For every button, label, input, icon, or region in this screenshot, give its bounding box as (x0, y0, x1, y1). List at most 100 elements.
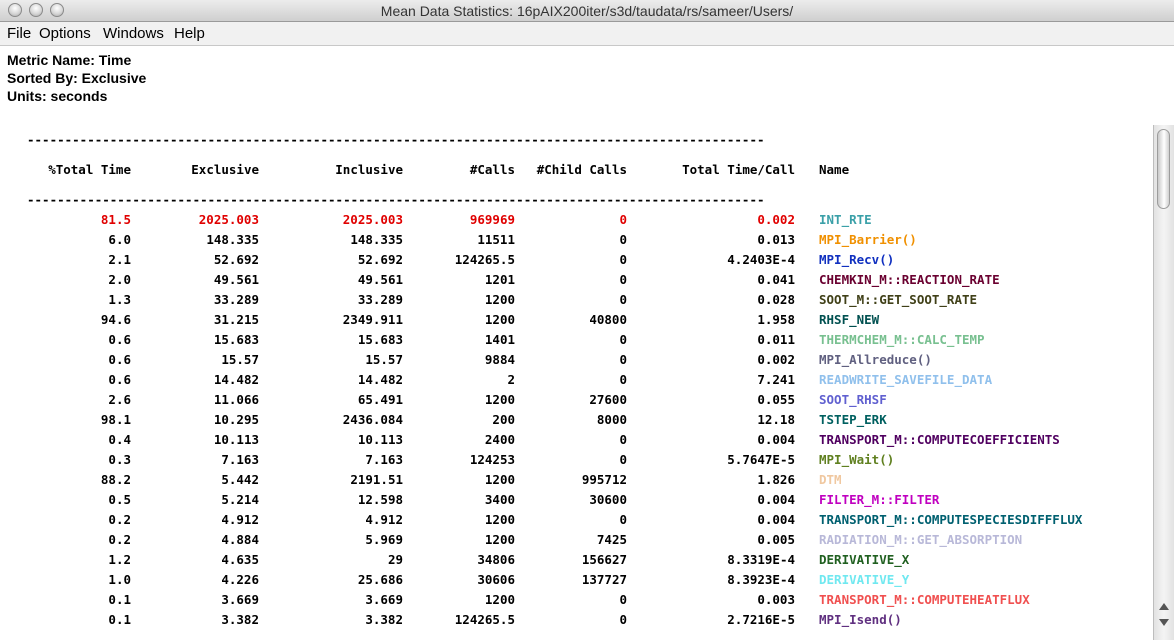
function-name[interactable]: MPI_Isend() (819, 612, 902, 628)
column-header-total-time[interactable]: %Total Time (48, 162, 131, 178)
function-name[interactable]: TRANSPORT_M::COMPUTESPECIESDIFFFLUX (819, 512, 1082, 528)
menu-help[interactable]: Help (174, 25, 205, 42)
function-name[interactable]: SOOT_RHSF (819, 392, 887, 408)
cell-time-per-call: 0.002 (757, 212, 795, 227)
cell-child-calls: 0 (619, 512, 627, 527)
scrollbar-thumb[interactable] (1157, 129, 1170, 209)
cell-inclusive: 15.57 (365, 352, 403, 367)
cell-calls: 3400 (484, 492, 515, 507)
cell-calls: 1200 (484, 592, 515, 607)
window-title: Mean Data Statistics: 16pAIX200iter/s3d/… (380, 3, 794, 19)
function-name[interactable]: INT_RTE (819, 212, 872, 228)
cell-child-calls: 8000 (596, 412, 627, 427)
cell-total-time: 0.5 (108, 492, 131, 507)
cell-exclusive: 7.163 (221, 452, 259, 467)
cell-exclusive: 4.635 (221, 552, 259, 567)
function-name[interactable]: TRANSPORT_M::COMPUTECOEFFICIENTS (819, 432, 1060, 448)
column-header-name[interactable]: Name (819, 162, 849, 178)
column-header-child-calls[interactable]: #Child Calls (537, 162, 627, 178)
cell-total-time: 0.3 (108, 452, 131, 467)
cell-calls: 1401 (484, 332, 515, 347)
cell-child-calls: 156627 (581, 552, 627, 567)
cell-inclusive: 2191.51 (350, 472, 403, 487)
cell-child-calls: 7425 (596, 532, 627, 547)
cell-inclusive: 15.683 (357, 332, 403, 347)
cell-inclusive: 7.163 (365, 452, 403, 467)
cell-time-per-call: 8.3923E-4 (727, 572, 795, 587)
cell-calls: 124265.5 (454, 252, 515, 267)
function-name[interactable]: RADIATION_M::GET_ABSORPTION (819, 532, 1022, 548)
cell-exclusive: 4.884 (221, 532, 259, 547)
cell-child-calls: 0 (619, 372, 627, 387)
cell-time-per-call: 0.055 (757, 392, 795, 407)
cell-time-per-call: 8.3319E-4 (727, 552, 795, 567)
cell-total-time: 94.6 (100, 312, 131, 327)
cell-inclusive: 4.912 (365, 512, 403, 527)
column-header-exclusive[interactable]: Exclusive (191, 162, 259, 178)
cell-child-calls: 0 (619, 452, 627, 467)
function-name[interactable]: READWRITE_SAVEFILE_DATA (819, 372, 992, 388)
vertical-scrollbar[interactable] (1153, 125, 1174, 640)
scroll-down-arrow-icon[interactable] (1159, 619, 1169, 626)
cell-child-calls: 0 (619, 232, 627, 247)
cell-calls: 1200 (484, 472, 515, 487)
menu-windows[interactable]: Windows (103, 25, 164, 42)
function-name[interactable]: CHEMKIN_M::REACTION_RATE (819, 272, 1000, 288)
cell-exclusive: 4.912 (221, 512, 259, 527)
menu-file[interactable]: File (7, 25, 31, 42)
cell-exclusive: 4.226 (221, 572, 259, 587)
cell-total-time: 0.2 (108, 512, 131, 527)
cell-inclusive: 10.113 (357, 432, 403, 447)
cell-child-calls: 0 (619, 352, 627, 367)
cell-calls: 9884 (484, 352, 515, 367)
cell-total-time: 1.3 (108, 292, 131, 307)
cell-total-time: 88.2 (100, 472, 131, 487)
function-name[interactable]: MPI_Allreduce() (819, 352, 932, 368)
function-name[interactable]: DTM (819, 472, 842, 488)
cell-exclusive: 15.57 (221, 352, 259, 367)
cell-child-calls: 0 (619, 272, 627, 287)
cell-total-time: 0.6 (108, 372, 131, 387)
menu-options[interactable]: Options (39, 25, 91, 42)
function-name[interactable]: THERMCHEM_M::CALC_TEMP (819, 332, 985, 348)
cell-child-calls: 0 (619, 292, 627, 307)
function-name[interactable]: TRANSPORT_M::COMPUTEHEATFLUX (819, 592, 1030, 608)
cell-child-calls: 0 (619, 212, 627, 227)
function-name[interactable]: FILTER_M::FILTER (819, 492, 939, 508)
cell-total-time: 2.1 (108, 252, 131, 267)
function-name[interactable]: DERIVATIVE_Y (819, 572, 909, 588)
cell-exclusive: 10.113 (213, 432, 259, 447)
cell-time-per-call: 1.958 (757, 312, 795, 327)
function-name[interactable]: SOOT_M::GET_SOOT_RATE (819, 292, 977, 308)
cell-total-time: 81.5 (100, 212, 131, 227)
cell-calls: 2400 (484, 432, 515, 447)
cell-total-time: 0.1 (108, 612, 131, 627)
cell-time-per-call: 0.041 (757, 272, 795, 287)
cell-total-time: 0.6 (108, 332, 131, 347)
function-name[interactable]: MPI_Wait() (819, 452, 894, 468)
cell-exclusive: 14.482 (213, 372, 259, 387)
column-header-calls[interactable]: #Calls (470, 162, 515, 178)
cell-total-time: 2.6 (108, 392, 131, 407)
cell-inclusive: 2025.003 (342, 212, 403, 227)
cell-time-per-call: 7.241 (757, 372, 795, 387)
table-rule-top: ----------------------------------------… (27, 132, 765, 147)
cell-exclusive: 15.683 (213, 332, 259, 347)
cell-calls: 1200 (484, 292, 515, 307)
cell-inclusive: 148.335 (350, 232, 403, 247)
cell-total-time: 2.0 (108, 272, 131, 287)
cell-exclusive: 52.692 (213, 252, 259, 267)
function-name[interactable]: MPI_Recv() (819, 252, 894, 268)
cell-inclusive: 3.669 (365, 592, 403, 607)
function-name[interactable]: DERIVATIVE_X (819, 552, 909, 568)
function-name[interactable]: MPI_Barrier() (819, 232, 917, 248)
column-header-time-per-call[interactable]: Total Time/Call (682, 162, 795, 178)
cell-calls: 1200 (484, 512, 515, 527)
cell-time-per-call: 2.7216E-5 (727, 612, 795, 627)
scroll-up-arrow-icon[interactable] (1159, 603, 1169, 610)
column-header-inclusive[interactable]: Inclusive (335, 162, 403, 178)
cell-total-time: 0.2 (108, 532, 131, 547)
cell-time-per-call: 0.005 (757, 532, 795, 547)
function-name[interactable]: RHSF_NEW (819, 312, 879, 328)
function-name[interactable]: TSTEP_ERK (819, 412, 887, 428)
